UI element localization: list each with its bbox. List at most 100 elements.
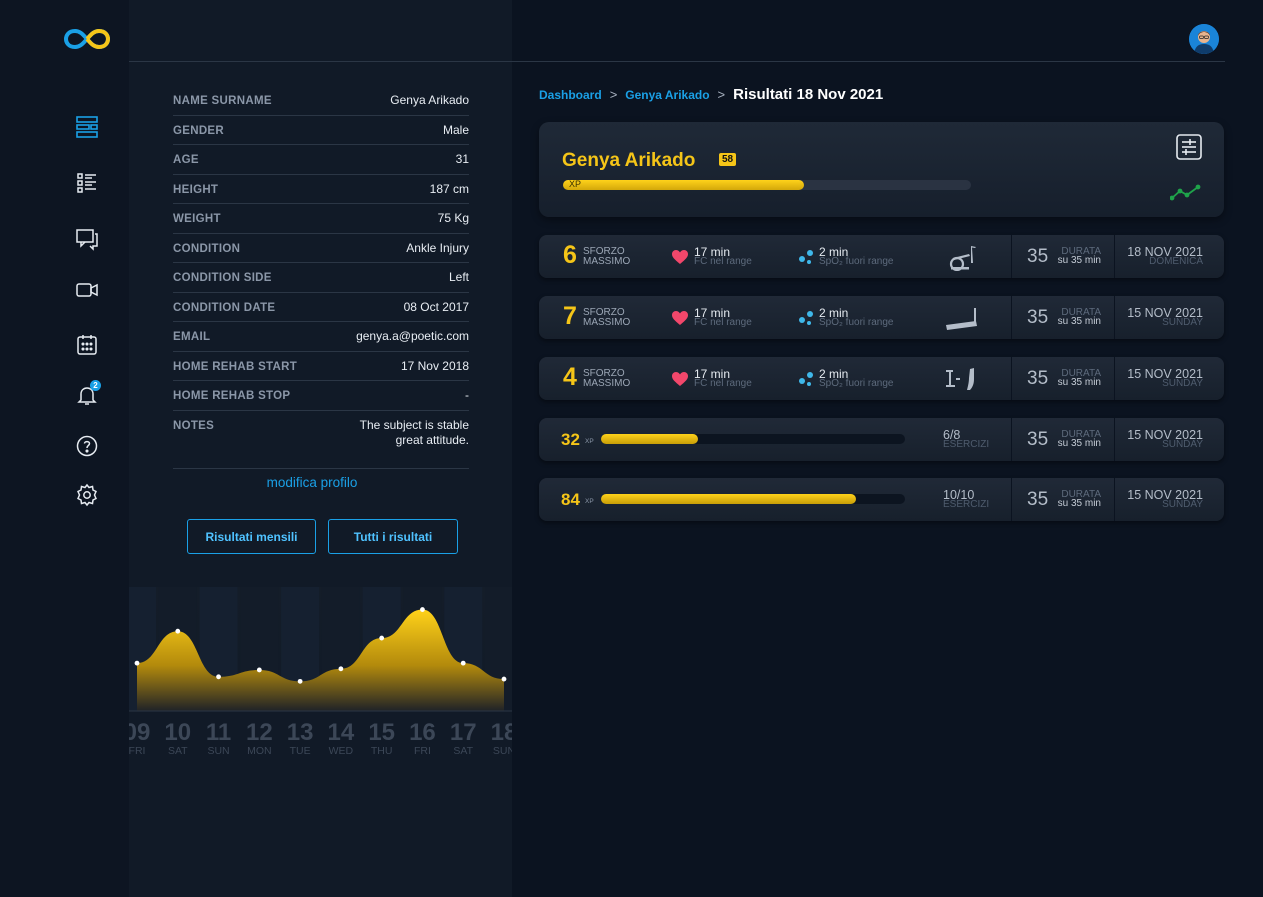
info-row-condition-side: CONDITION SIDE Left [173, 263, 469, 293]
monthly-results-button[interactable]: Risultati mensili [187, 519, 316, 554]
info-key: EMAIL [173, 331, 211, 343]
hr-label: FC nel range [694, 256, 752, 267]
app: 2 NAME SURNAME Genya Arikado GENDER Male A… [0, 0, 1263, 897]
divider [1114, 418, 1115, 461]
ankle-exercise-icon [946, 368, 974, 390]
user-avatar[interactable] [1189, 24, 1219, 54]
nav-list-icon[interactable] [74, 170, 100, 196]
nav-chat-icon[interactable] [74, 226, 100, 252]
hr-label: FC nel range [694, 317, 752, 328]
edit-profile-link[interactable]: modifica profilo [173, 475, 451, 490]
xp-progress-bar: XP [563, 179, 971, 190]
breadcrumb: Dashboard > Genya Arikado > Risultati 18… [539, 86, 883, 103]
chart-point [420, 607, 425, 612]
spo2-label: SpO₂ fuori range [819, 256, 894, 267]
info-row-condition: CONDITION Ankle Injury [173, 234, 469, 263]
spo2-label: SpO₂ fuori range [819, 378, 894, 389]
xp-unit: XP [585, 438, 594, 445]
info-key: HEIGHT [173, 183, 219, 196]
chart-x-tick-label: 17 [450, 719, 477, 746]
avatar-icon [1189, 24, 1219, 54]
spo2-icon [799, 250, 813, 264]
session-day: SUNDAY [1162, 317, 1203, 328]
nav-calendar-icon[interactable] [74, 332, 100, 358]
info-value: 187 cm [429, 181, 469, 196]
xp-session-fill [601, 434, 699, 444]
info-row-rehab-stop: HOME REHAB STOP - [173, 381, 469, 411]
chart-point [175, 628, 181, 634]
session-day: SUNDAY [1162, 499, 1203, 510]
chart-day-label: SUN [493, 745, 512, 757]
spo2-icon [799, 311, 813, 325]
logo-icon[interactable] [63, 27, 111, 51]
nav-settings-icon[interactable] [74, 482, 100, 508]
chart-point [256, 667, 262, 673]
info-key: NAME SURNAME [173, 95, 272, 107]
trend-icon[interactable] [1170, 183, 1202, 201]
all-results-button[interactable]: Tutti i risultati [328, 519, 458, 554]
info-row-rehab-start: HOME REHAB START 17 Nov 2018 [173, 352, 469, 381]
divider [1114, 296, 1115, 339]
session-row[interactable]: 7 SFORZO MASSIMO 17 min FC nel range 2 mi… [539, 296, 1224, 339]
session-day: DOMENICA [1149, 256, 1203, 267]
chart-point [460, 660, 466, 666]
chart-point [501, 676, 507, 682]
breadcrumb-patient[interactable]: Genya Arikado [625, 88, 709, 102]
effort-label-line: MASSIMO [583, 378, 631, 389]
effort-label: SFORZO MASSIMO [583, 308, 630, 328]
xp-label: XP [569, 179, 582, 189]
breadcrumb-dashboard[interactable]: Dashboard [539, 88, 602, 102]
chart-day-label: FRI [414, 745, 431, 757]
info-row-notes: NOTES The subject is stable great attitud… [173, 411, 469, 469]
heart-icon [672, 372, 688, 386]
heart-icon [672, 311, 688, 325]
info-value: 75 Kg [437, 211, 469, 225]
patient-name: Genya Arikado [562, 150, 696, 171]
chart-x-tick-label: 15 [368, 719, 395, 746]
info-key: NOTES [173, 419, 215, 432]
chevron-right-icon: > [717, 87, 726, 102]
effort-label-line: MASSIMO [583, 317, 631, 328]
effort-label: SFORZO MASSIMO [583, 369, 630, 389]
notes-line: great attitude. [395, 432, 469, 447]
duration-total: su 35 min [1057, 255, 1101, 266]
duration-total: su 35 min [1057, 316, 1101, 327]
patient-summary-card: Genya Arikado 58 XP [539, 122, 1224, 217]
nav-help-icon[interactable] [74, 433, 100, 459]
spo2-label: SpO₂ fuori range [819, 317, 894, 328]
heart-icon [672, 250, 688, 264]
info-key: HOME REHAB START [173, 360, 298, 373]
xp-session-progress [601, 434, 905, 444]
session-row[interactable]: 4 SFORZO MASSIMO 17 min FC nel range 2 mi… [539, 357, 1224, 400]
duration-value: 35 [1027, 429, 1049, 450]
divider [1011, 296, 1012, 339]
profile-info-table: NAME SURNAME Genya Arikado GENDER Male AGE… [173, 86, 469, 469]
chart-day-label: TUE [290, 745, 311, 757]
duration-total: su 35 min [1057, 377, 1101, 388]
nav-notifications-icon[interactable]: 2 [74, 380, 101, 408]
info-value: - [465, 388, 469, 402]
xp-value: 84 [561, 490, 580, 509]
spo2-icon [799, 372, 813, 386]
session-row[interactable]: 6 SFORZO MASSIMO 17 min FC nel range 2 mi… [539, 235, 1224, 278]
chart-day-label: WED [329, 745, 354, 757]
report-icon[interactable] [1175, 133, 1203, 161]
info-value: Left [448, 270, 469, 284]
xp-session-row[interactable]: 32 XP 6/8 ESERCIZI 35 DURATA su 35 min 1… [539, 418, 1224, 461]
nav-rail: 2 [0, 0, 129, 897]
xp-session-row[interactable]: 84 XP 10/10 ESERCIZI 35 DURATA su 35 min… [539, 478, 1224, 521]
treadmill-icon [946, 308, 977, 330]
chart-point [297, 678, 303, 684]
xp-unit: XP [585, 498, 594, 505]
exercises-label: ESERCIZI [943, 499, 990, 510]
session-day: SUNDAY [1162, 378, 1203, 389]
chart-point [338, 666, 344, 672]
nav-dashboard-icon[interactable] [74, 114, 100, 140]
info-value: 08 Oct 2017 [403, 299, 469, 314]
nav-video-icon[interactable] [74, 277, 100, 303]
info-row-weight: WEIGHT 75 Kg [173, 204, 469, 234]
duration-value: 35 [1027, 489, 1049, 510]
chart-day-label: THU [371, 745, 393, 757]
duration-value: 35 [1027, 246, 1049, 267]
chart-x-tick-label: 09 [129, 719, 150, 746]
